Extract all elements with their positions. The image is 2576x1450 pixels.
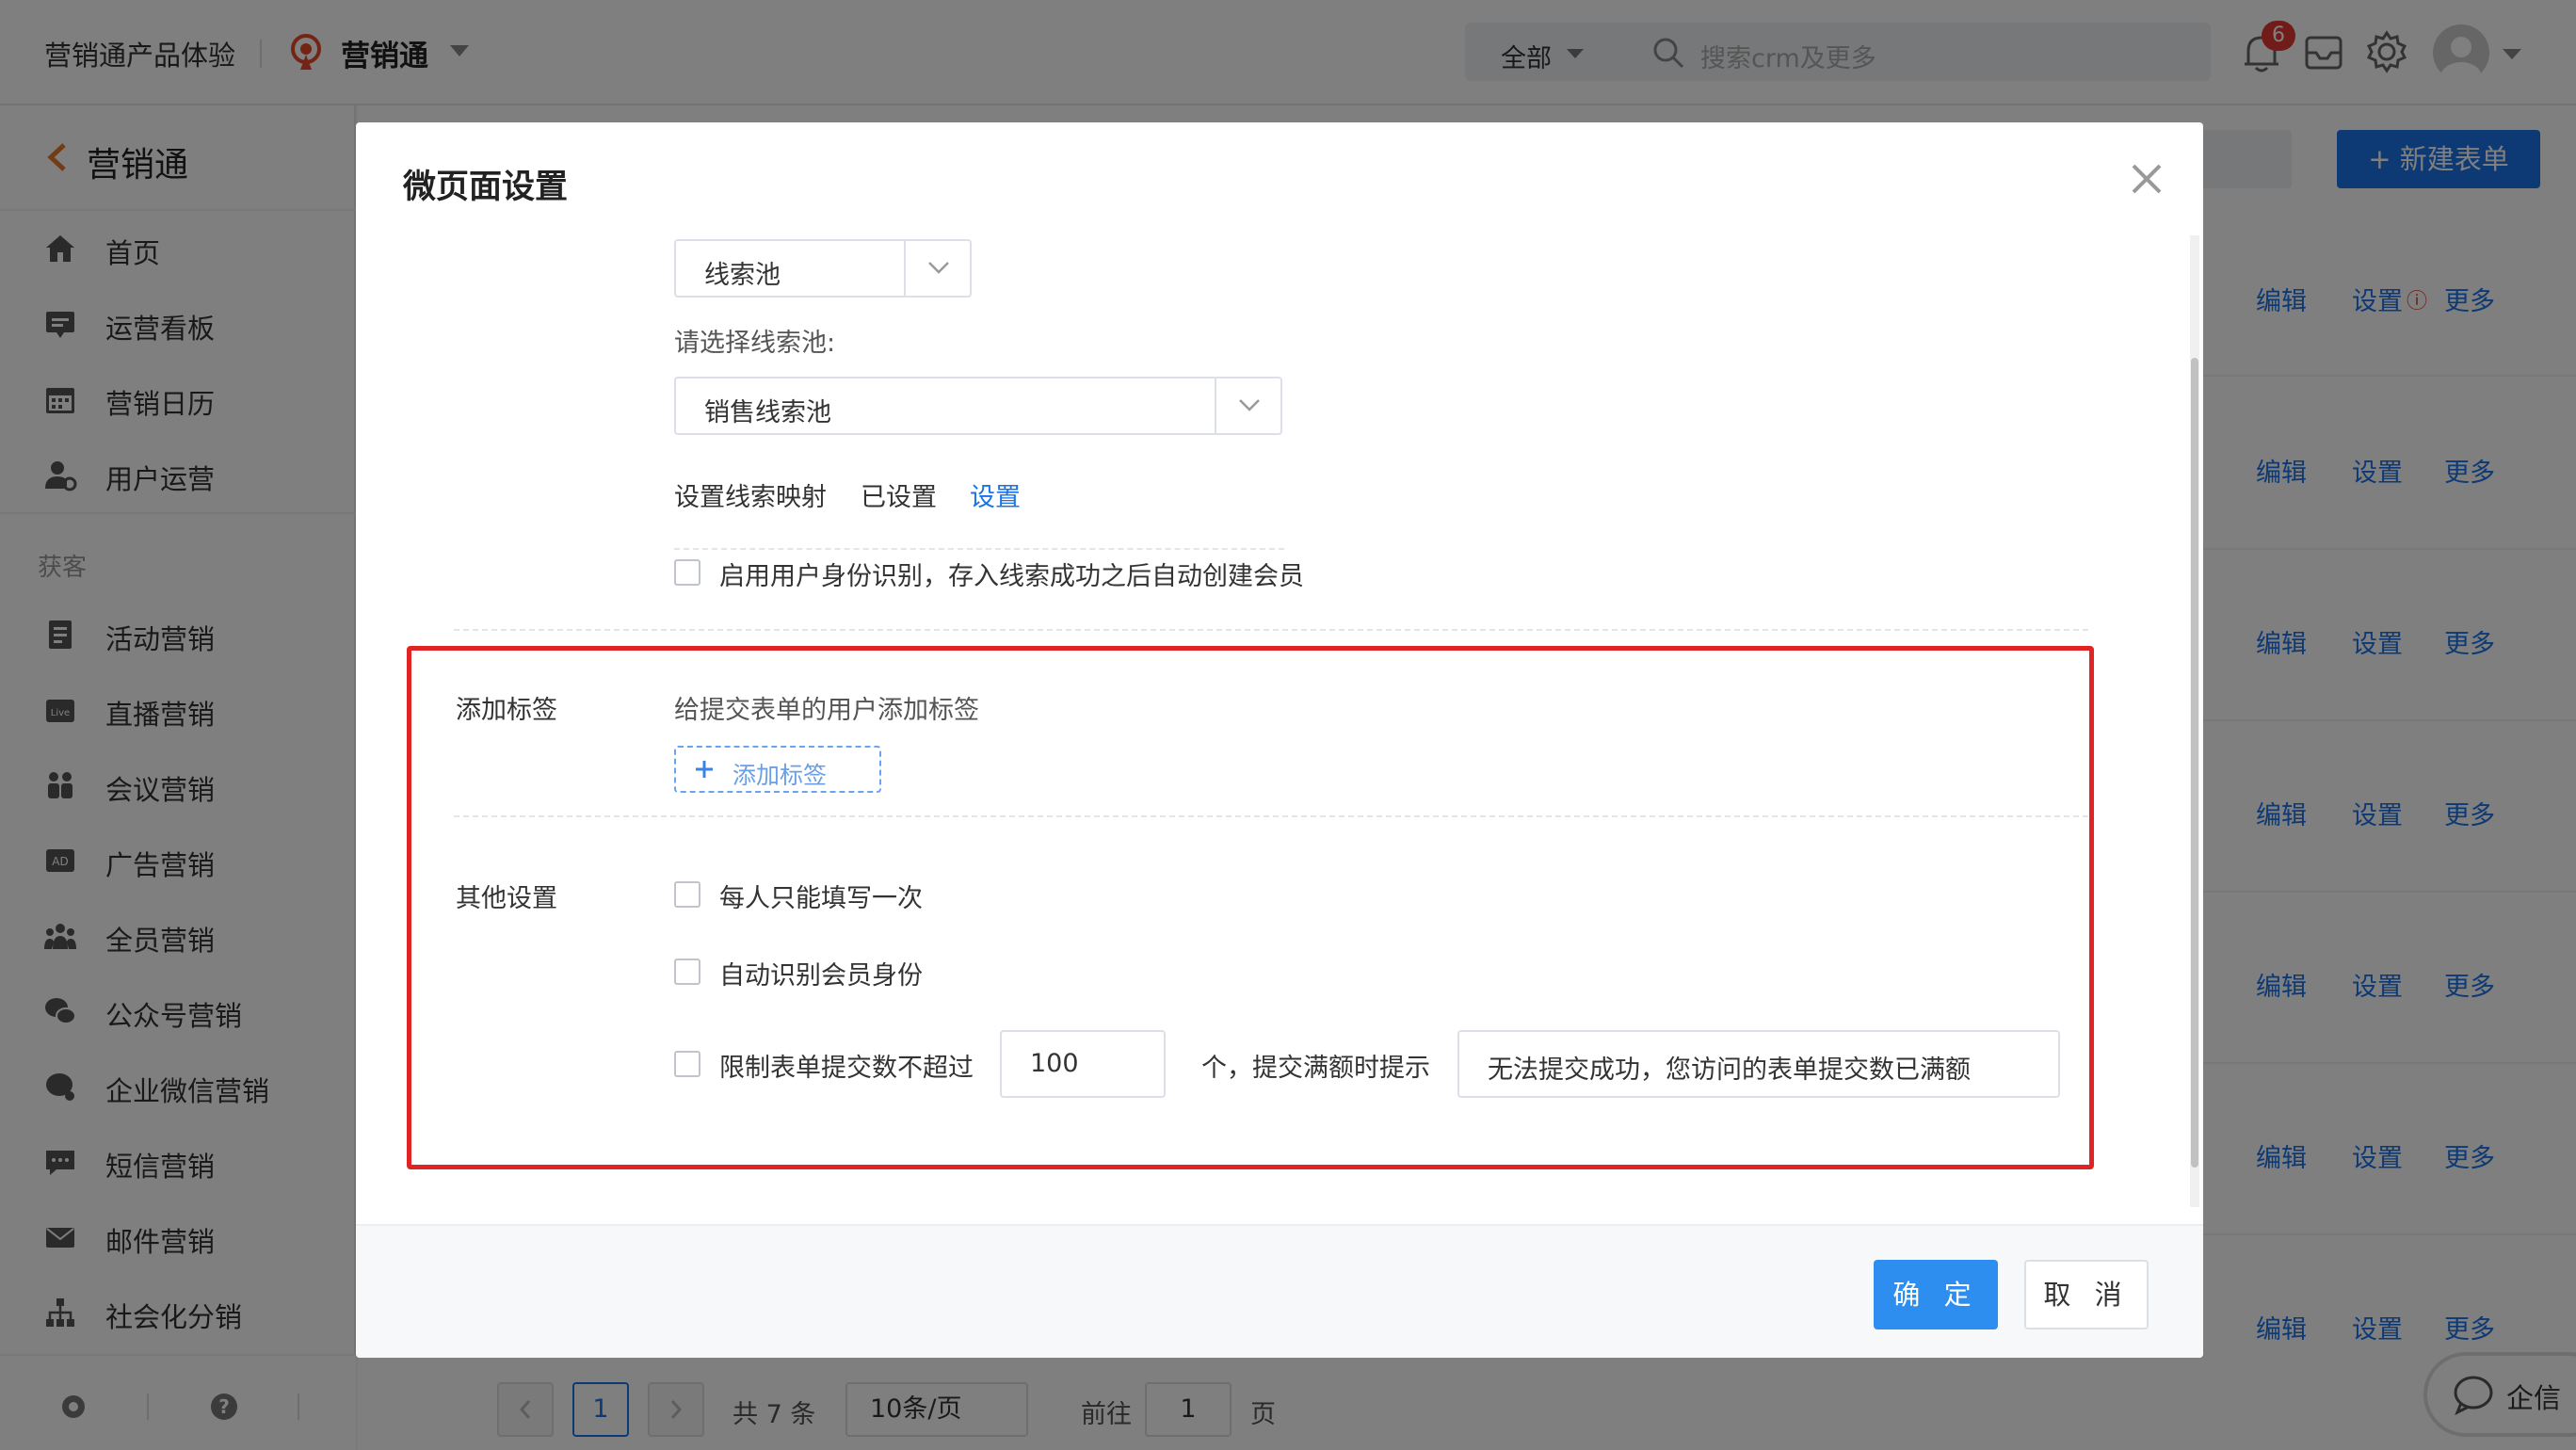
identity-checkbox[interactable] [674,559,700,586]
highlight-box [407,646,2094,1169]
pool-value: 销售线索池 [704,398,831,427]
select-arrow [1215,379,1280,433]
pool-select-label: 请选择线索池: [674,329,836,358]
section-divider [674,548,1284,550]
chevron-down-icon [1239,399,1260,411]
identity-checkbox-label[interactable]: 启用用户身份识别，存入线索成功之后自动创建会员 [719,556,1304,592]
mapping-status: 已设置 [861,483,937,512]
pool-type-value: 线索池 [704,261,781,290]
close-icon[interactable] [2128,160,2165,198]
pool-type-select[interactable]: 线索池 [674,239,972,298]
select-arrow [904,241,970,296]
mapping-settings-link[interactable]: 设置 [970,476,1021,513]
pool-select[interactable]: 销售线索池 [674,377,1282,435]
dialog-scrollbar-thumb[interactable] [2191,358,2198,1168]
dialog-title: 微页面设置 [403,169,569,206]
confirm-button[interactable]: 确 定 [1874,1260,1998,1329]
micro-page-settings-dialog: 微页面设置 线索池 请选择线索池: 销售线索池 设置线索映射 已设置 设置 启用… [356,122,2203,1358]
dialog-footer: 确 定 取 消 [356,1224,2203,1358]
mapping-label: 设置线索映射 [674,483,827,512]
section-divider [454,629,2088,631]
cancel-button[interactable]: 取 消 [2024,1260,2149,1329]
chevron-down-icon [928,262,949,274]
